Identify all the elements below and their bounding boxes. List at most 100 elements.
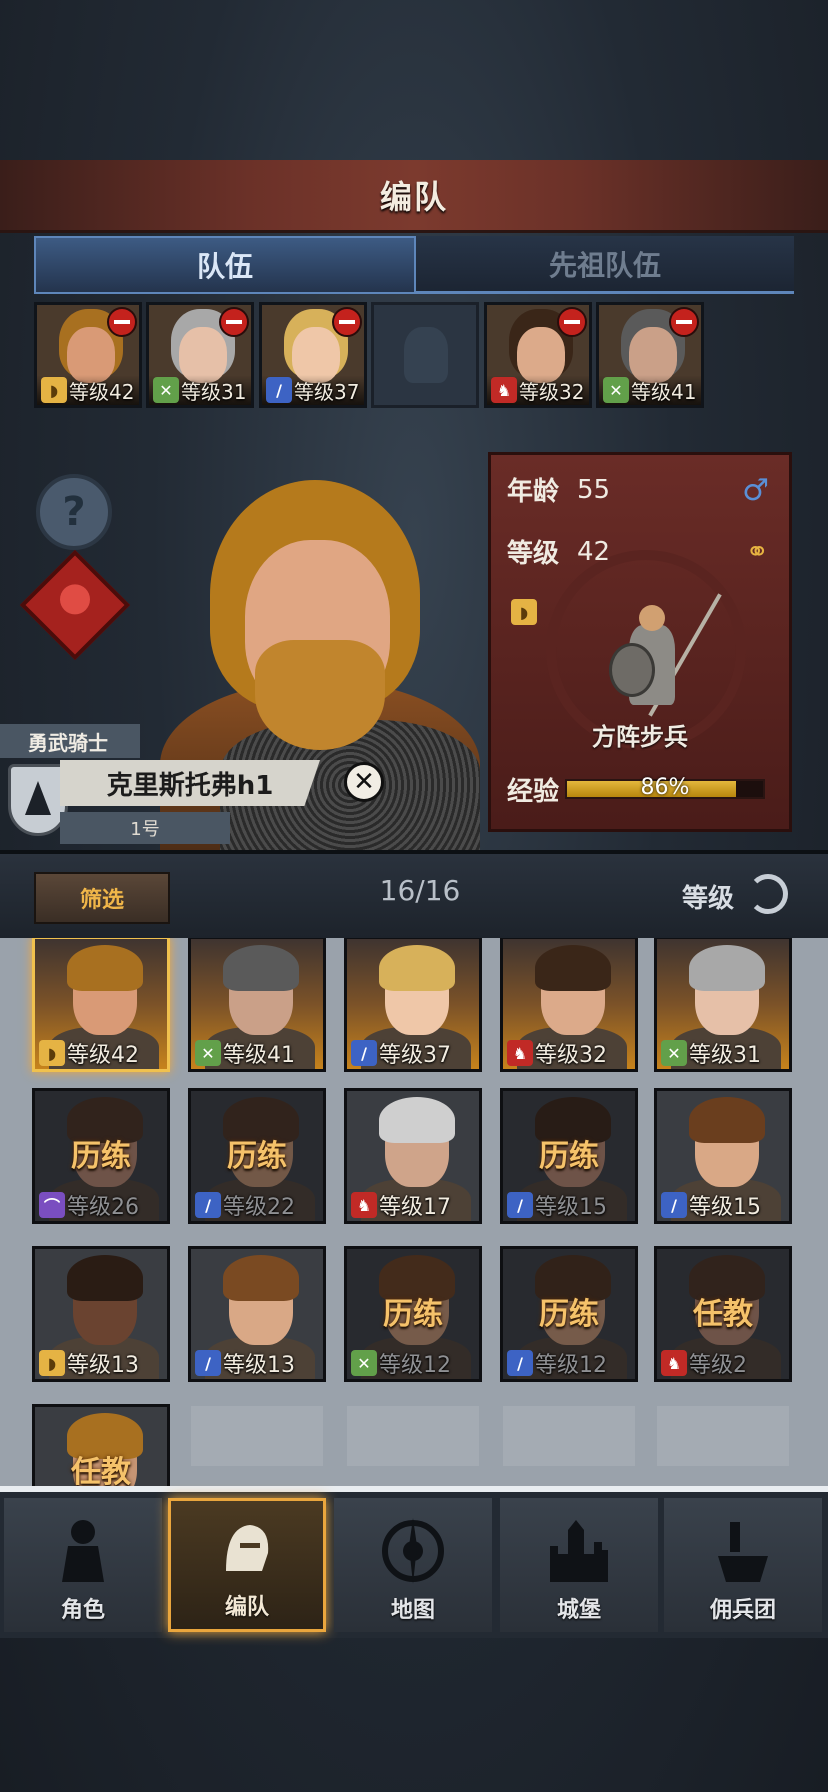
roster-card[interactable]: ♞ 等级17 [344,1088,482,1224]
nav-mercenary[interactable]: 佣兵团 [664,1498,822,1632]
level-text: 等级37 [379,1043,451,1068]
empty-roster-slot [191,1406,323,1466]
sort-label[interactable]: 等级 [682,878,734,915]
level-bar: ⌒ 等级26 [35,1189,167,1221]
party-slot[interactable]: ♞ 等级32 [484,302,592,408]
remove-member-icon[interactable] [219,307,249,337]
portrait-hair [67,1255,143,1301]
hero-title: 勇武骑士 [0,724,140,758]
compass-icon [378,1516,448,1586]
roster-card[interactable]: / 等级15 [654,1088,792,1224]
hero-beard [255,640,385,750]
portrait-hair [689,1097,765,1143]
help-button[interactable]: ? [36,474,112,550]
level-bar: / 等级15 [657,1189,789,1221]
empty-roster-slot [347,1406,479,1466]
roster-card[interactable]: ◗ 等级42 [32,938,170,1072]
exp-bar: 86% [565,775,765,800]
roster-card[interactable]: / 等级37 [344,938,482,1072]
party-slot[interactable]: ✕ 等级31 [146,302,254,408]
roster-card[interactable]: ✕ 等级31 [654,938,792,1072]
status-badge: 历练 [539,1297,599,1332]
roster-grid: ◗ 等级42 ✕ 等级41/等级37 ♞ 等级32 ✕ 等级31 历练 ⌒ 等级26 历练 / 等级22 ♞… [0,938,828,1486]
roster-card[interactable]: 历练 / 等级22 [188,1088,326,1224]
level-bar: ♞ 等级2 [657,1347,789,1379]
party-slot[interactable]: ◗ 等级42 [34,302,142,408]
level-bar: ♞ 等级32 [487,375,589,405]
tab-ancestor-team[interactable]: 先祖队伍 [416,236,794,294]
shield-icon: ◗ [41,377,67,403]
level-bar: ◗ 等级42 [37,375,139,405]
guard-icon [60,584,90,615]
roster-card[interactable]: 历练 ⌒ 等级26 [32,1088,170,1224]
remove-member-icon[interactable] [669,307,699,337]
sort-toggle-icon[interactable] [748,874,788,914]
level-text: 等级12 [379,1353,451,1378]
age-row: 年龄 55 [507,471,610,508]
party-slot[interactable]: / 等级37 [259,302,367,408]
level-bar: / 等级37 [347,1037,479,1069]
level-text: 等级26 [67,1195,139,1220]
remove-member-icon[interactable] [332,307,362,337]
roster-card[interactable]: ◗ 等级13 [32,1246,170,1382]
unit-class-name: 方阵步兵 [592,723,688,751]
bow-icon: ✕ [351,1350,377,1376]
level-text: 等级37 [294,379,360,404]
helmet-icon [212,1513,282,1583]
castle-icon [544,1516,614,1586]
level-bar: ✕ 等级31 [657,1037,789,1069]
sword-icon: / [661,1192,687,1218]
filter-button[interactable]: 筛选 [34,872,170,924]
roster-card[interactable]: 任教 [32,1404,170,1486]
nav-label: 城堡 [556,1598,601,1623]
horse-icon: ♞ [351,1192,377,1218]
level-row: 等级 42 [507,533,610,570]
level-text: 等级22 [223,1195,295,1220]
level-text: 等级12 [535,1353,607,1378]
roster-card[interactable]: / 等级13 [188,1246,326,1382]
party-slot[interactable] [371,302,479,408]
rings-icon[interactable]: ⚭ [746,535,769,568]
mercenary-icon [708,1516,778,1586]
portrait-hair [535,945,611,991]
crest-icon [8,764,68,836]
roster-card[interactable]: 任教 ♞ 等级2 [654,1246,792,1382]
roster-card[interactable]: ♞ 等级32 [500,938,638,1072]
remove-hero-button[interactable]: ✕ [344,762,384,802]
horse-icon: ♞ [661,1350,687,1376]
nav-compass[interactable]: 地图 [334,1498,492,1632]
level-text: 等级13 [223,1353,295,1378]
level-text: 等级32 [519,379,585,404]
level-bar: / 等级13 [191,1347,323,1379]
roster-card[interactable]: 历练 / 等级15 [500,1088,638,1224]
level-text: 等级15 [689,1195,761,1220]
hero-name[interactable]: 克里斯托弗h1 [60,760,320,806]
unit-head [639,605,665,631]
bottom-nav: 角色 编队 地图 城堡 佣兵团 [0,1486,828,1638]
nav-castle[interactable]: 城堡 [500,1498,658,1632]
empty-slot-helmet-icon [404,327,448,383]
nav-knight[interactable]: 角色 [4,1498,162,1632]
level-text: 等级17 [379,1195,451,1220]
nav-helmet[interactable]: 编队 [168,1498,326,1632]
level-text: 等级42 [69,379,135,404]
knight-icon [48,1516,118,1586]
nav-label: 地图 [390,1598,435,1623]
level-bar: ✕ 等级41 [599,375,701,405]
level-text: 等级41 [631,379,697,404]
unit-figure [601,593,722,725]
roster-card[interactable]: 历练 / 等级12 [500,1246,638,1382]
portrait-hair [379,1097,455,1143]
sword-icon: / [507,1192,533,1218]
remove-member-icon[interactable] [557,307,587,337]
party-row: ◗ 等级42 ✕ 等级31/等级37 ♞ 等级32 ✕ 等级41 [34,302,824,412]
remove-member-icon[interactable] [107,307,137,337]
sword-icon: / [351,1040,377,1066]
class-badge: ◗ [507,599,539,625]
tab-team[interactable]: 队伍 [34,236,416,294]
party-slot[interactable]: ✕ 等级41 [596,302,704,408]
level-bar: / 等级15 [503,1189,635,1221]
bow-icon: ✕ [195,1040,221,1066]
roster-card[interactable]: 历练 ✕ 等级12 [344,1246,482,1382]
roster-card[interactable]: ✕ 等级41 [188,938,326,1072]
